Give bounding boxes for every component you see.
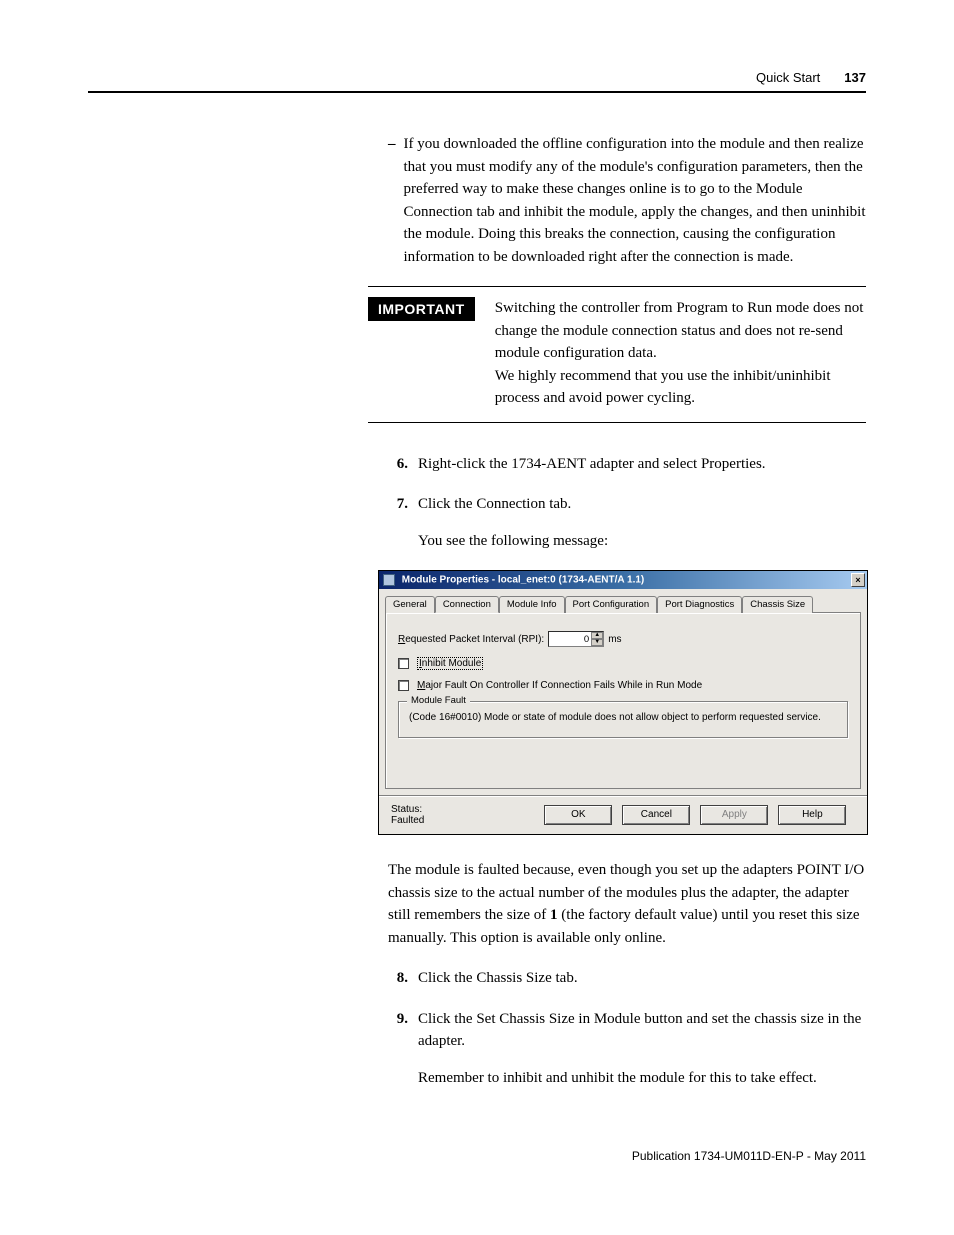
- step-9-followup: Remember to inhibit and unhibit the modu…: [418, 1067, 866, 1090]
- inhibit-checkbox[interactable]: [398, 658, 409, 669]
- header-rule: [88, 91, 866, 93]
- important-top-rule: [368, 286, 866, 287]
- important-text: Switching the controller from Program to…: [495, 297, 866, 410]
- step-text: Click the Connection tab. You see the fo…: [418, 493, 866, 552]
- ok-button[interactable]: OK: [544, 805, 612, 825]
- step-text: Click the Set Chassis Size in Module but…: [418, 1008, 866, 1090]
- tab-connection[interactable]: Connection: [435, 596, 499, 613]
- page-number: 137: [844, 70, 866, 85]
- tab-port-configuration[interactable]: Port Configuration: [565, 596, 658, 613]
- dash-marker: –: [388, 133, 396, 268]
- tab-chassis-size[interactable]: Chassis Size: [742, 596, 813, 613]
- bullet-text: If you downloaded the offline configurat…: [404, 133, 867, 268]
- module-properties-dialog: Module Properties - local_enet:0 (1734-A…: [378, 570, 868, 835]
- important-bottom-rule: [368, 422, 866, 423]
- titlebar-left: Module Properties - local_enet:0 (1734-A…: [383, 574, 644, 586]
- step-7-text: Click the Connection tab.: [418, 493, 866, 516]
- step-number: 8.: [388, 967, 408, 990]
- step-text: Click the Chassis Size tab.: [418, 967, 866, 990]
- rpi-label: Requested Packet Interval (RPI):: [398, 634, 544, 645]
- important-p2: We highly recommend that you use the inh…: [495, 365, 866, 410]
- step-number: 7.: [388, 493, 408, 552]
- inhibit-row: Inhibit Module: [398, 657, 848, 670]
- inhibit-label: Inhibit Module: [417, 657, 483, 670]
- rpi-row: Requested Packet Interval (RPI): 0 ▲▼ ms: [398, 631, 848, 647]
- steps: 6. Right-click the 1734-AENT adapter and…: [388, 453, 866, 1090]
- button-row: OK Cancel Apply Help: [544, 805, 846, 825]
- important-label: IMPORTANT: [368, 297, 475, 321]
- dialog-footer: Status: Faulted OK Cancel Apply Help: [379, 795, 867, 834]
- important-box: IMPORTANT Switching the controller from …: [368, 297, 866, 410]
- step-9: 9. Click the Set Chassis Size in Module …: [388, 1008, 866, 1090]
- after-dialog-bold: 1: [550, 907, 558, 923]
- step-7-followup: You see the following message:: [418, 530, 866, 553]
- step-9-text: Click the Set Chassis Size in Module but…: [418, 1008, 866, 1053]
- step-8: 8. Click the Chassis Size tab.: [388, 967, 866, 990]
- spinner-arrows[interactable]: ▲▼: [591, 632, 603, 646]
- dialog-screenshot: Module Properties - local_enet:0 (1734-A…: [378, 570, 866, 835]
- step-6: 6. Right-click the 1734-AENT adapter and…: [388, 453, 866, 476]
- running-header: Quick Start 137: [88, 70, 866, 85]
- cancel-button[interactable]: Cancel: [622, 805, 690, 825]
- tab-general[interactable]: General: [385, 596, 435, 613]
- tab-module-info[interactable]: Module Info: [499, 596, 565, 613]
- rpi-input[interactable]: 0 ▲▼: [548, 631, 604, 647]
- help-button[interactable]: Help: [778, 805, 846, 825]
- module-fault-legend: Module Fault: [407, 695, 470, 706]
- tab-port-diagnostics[interactable]: Port Diagnostics: [657, 596, 742, 613]
- dash-bullet: – If you downloaded the offline configur…: [388, 133, 866, 268]
- footer: Publication 1734-UM011D-EN-P - May 2011: [88, 1149, 866, 1163]
- major-fault-checkbox[interactable]: [398, 680, 409, 691]
- step-7: 7. Click the Connection tab. You see the…: [388, 493, 866, 552]
- connection-tab-panel: Requested Packet Interval (RPI): 0 ▲▼ ms…: [385, 612, 861, 789]
- step-text: Right-click the 1734-AENT adapter and se…: [418, 453, 866, 476]
- step-number: 6.: [388, 453, 408, 476]
- window-title: Module Properties - local_enet:0 (1734-A…: [402, 575, 644, 586]
- status-text: Status: Faulted: [391, 804, 424, 826]
- important-p1: Switching the controller from Program to…: [495, 297, 866, 365]
- rpi-unit: ms: [608, 634, 621, 645]
- module-fault-text: (Code 16#0010) Mode or state of module d…: [409, 712, 837, 723]
- after-dialog-para: The module is faulted because, even thou…: [388, 859, 866, 949]
- section-title: Quick Start: [756, 70, 820, 85]
- step-number: 9.: [388, 1008, 408, 1090]
- close-icon[interactable]: ×: [851, 573, 865, 587]
- publication-id: Publication 1734-UM011D-EN-P - May 2011: [632, 1149, 866, 1163]
- content-column: – If you downloaded the offline configur…: [388, 133, 866, 268]
- module-fault-group: Module Fault (Code 16#0010) Mode or stat…: [398, 701, 848, 738]
- tab-strip: General Connection Module Info Port Conf…: [379, 589, 867, 612]
- rpi-value: 0: [584, 634, 589, 645]
- titlebar: Module Properties - local_enet:0 (1734-A…: [379, 571, 867, 589]
- major-fault-label: Major Fault On Controller If Connection …: [417, 680, 702, 691]
- window-icon: [383, 574, 395, 586]
- major-fault-row: Major Fault On Controller If Connection …: [398, 680, 848, 691]
- apply-button[interactable]: Apply: [700, 805, 768, 825]
- page: Quick Start 137 – If you downloaded the …: [0, 0, 954, 1213]
